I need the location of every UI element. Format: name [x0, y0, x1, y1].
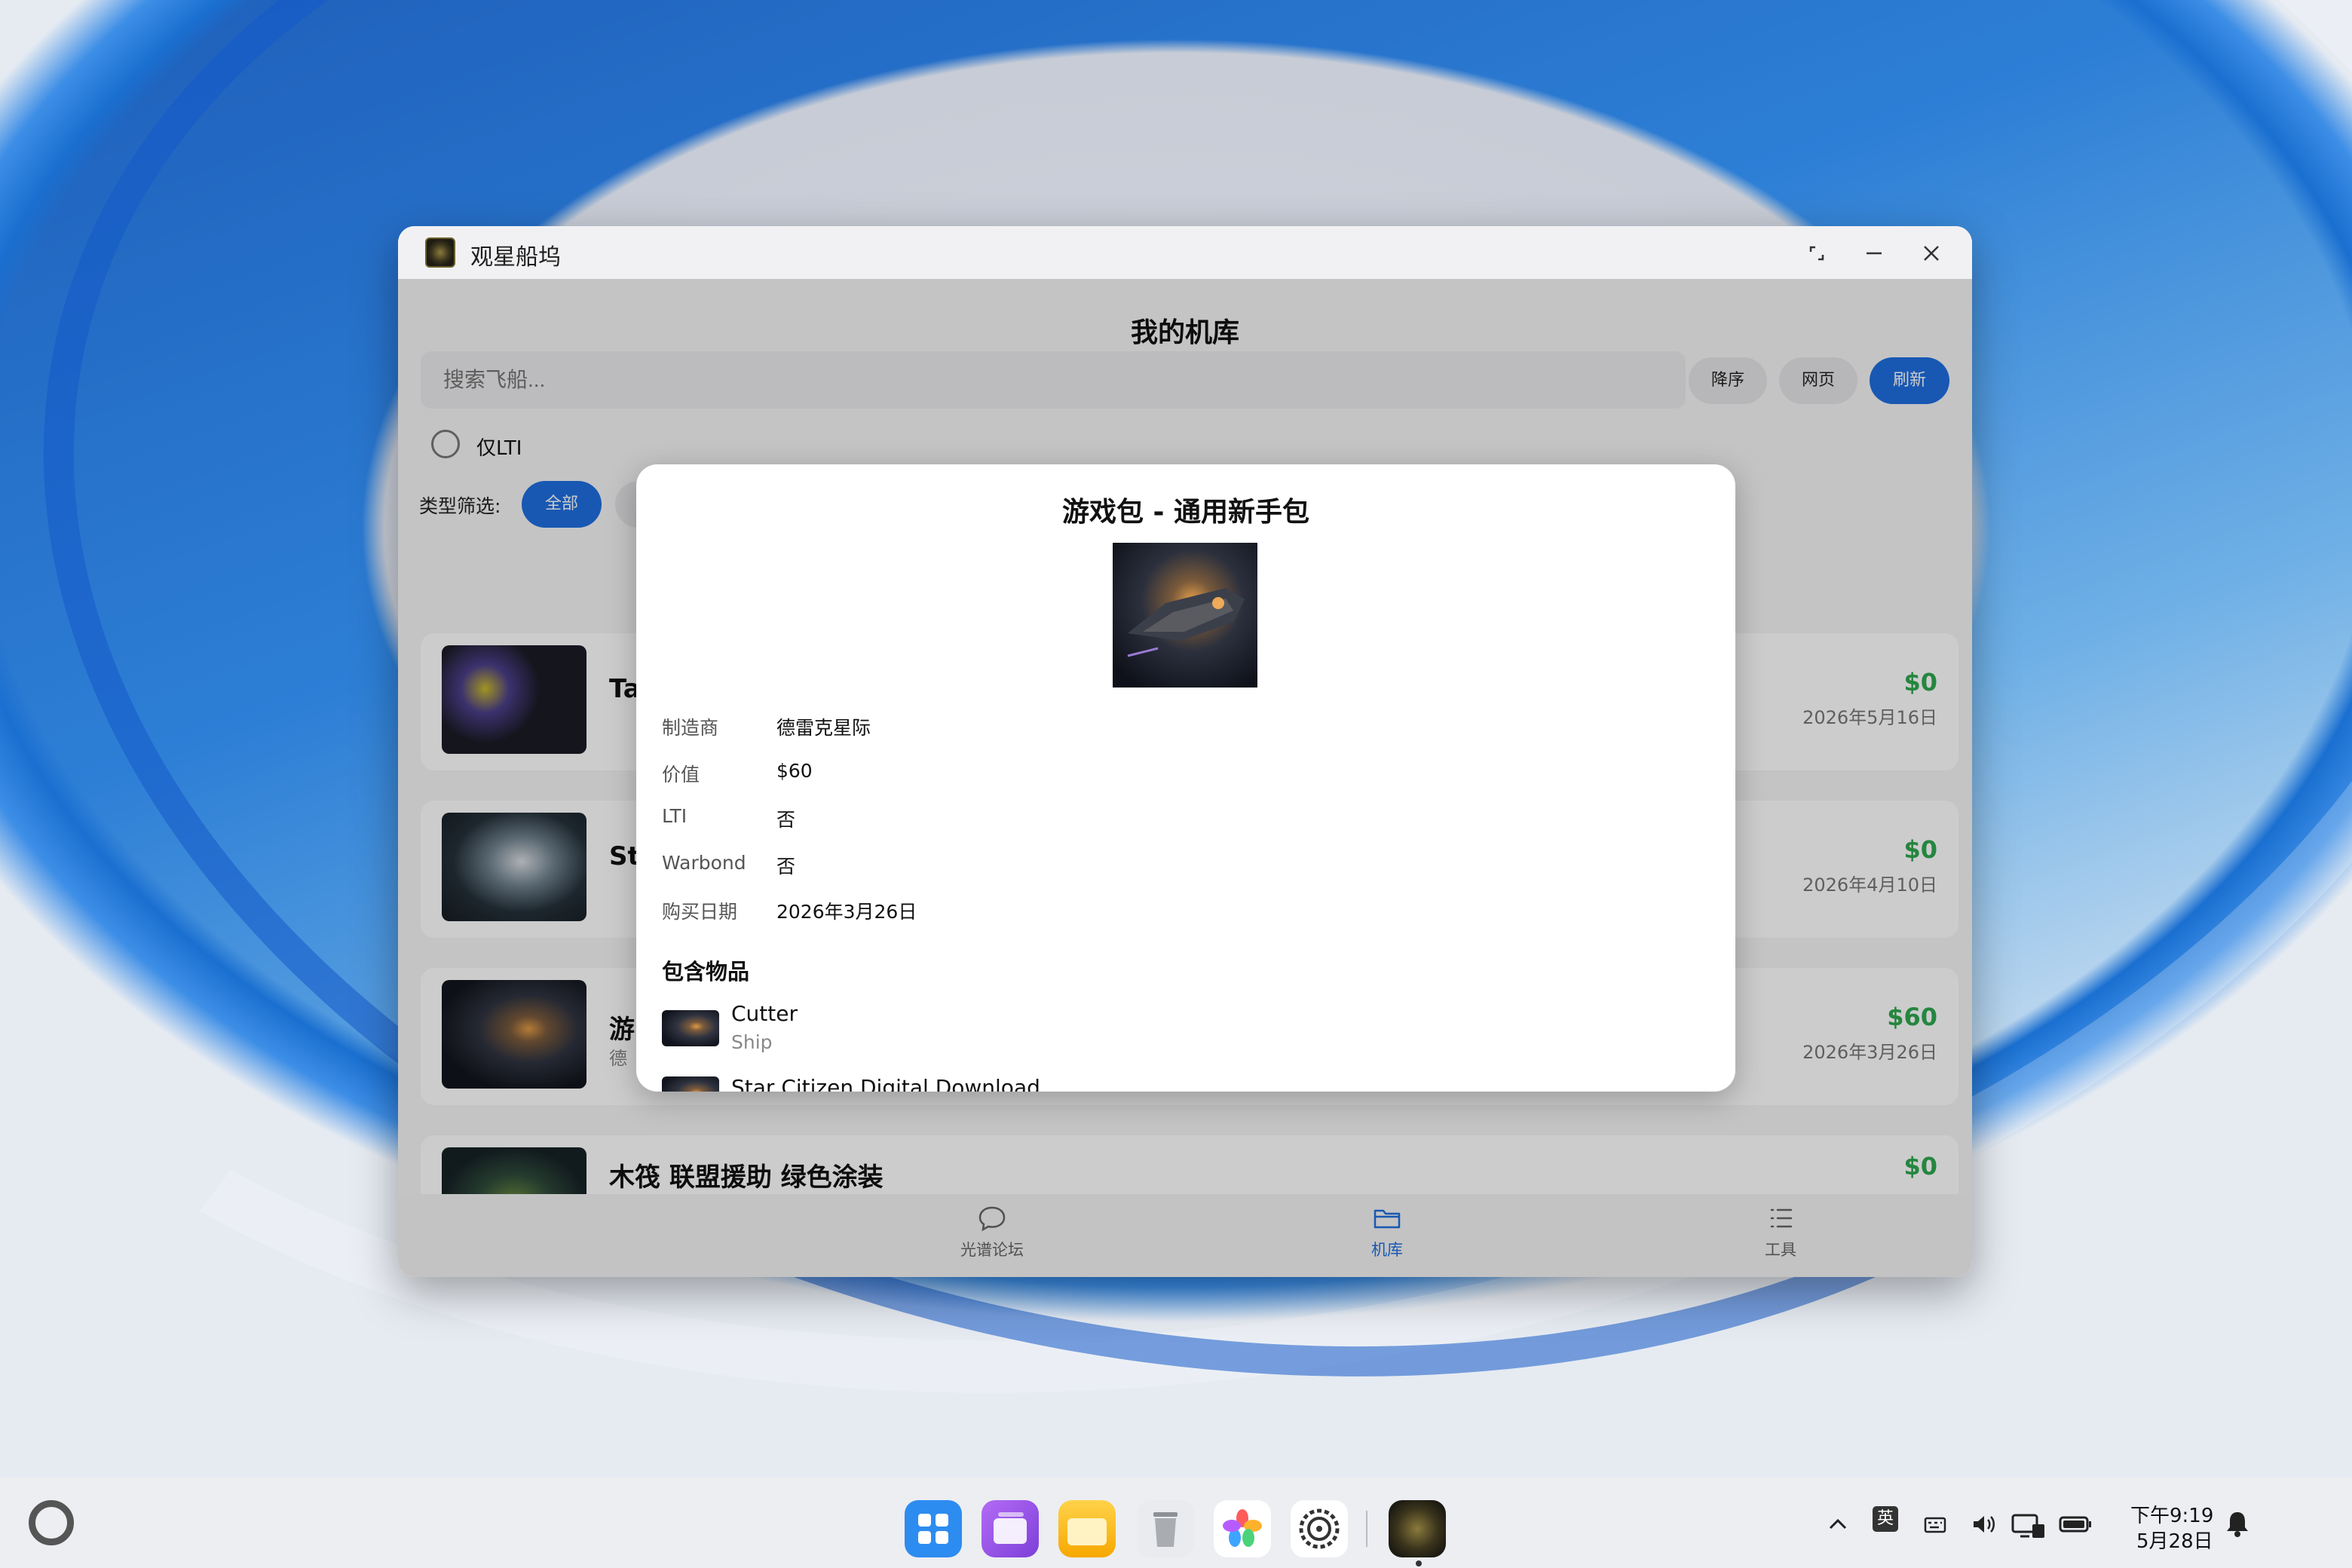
- chevron-up-icon: [1829, 1518, 1847, 1530]
- battery-button[interactable]: [2058, 1512, 2093, 1542]
- purchase-date-value: 2026年3月26日: [776, 901, 917, 923]
- included-item-thumbnail: [662, 1010, 719, 1046]
- photos-app-icon[interactable]: [1214, 1500, 1271, 1557]
- clock-time[interactable]: 下午9:19: [2130, 1500, 2213, 1528]
- included-item-type: Ship: [731, 1031, 773, 1053]
- included-items-heading: 包含物品: [662, 959, 750, 985]
- info-label: 价值: [662, 764, 700, 786]
- minimize-icon: [1867, 252, 1882, 255]
- settings-app-icon[interactable]: [1291, 1500, 1348, 1557]
- folder-icon: [1067, 1518, 1107, 1545]
- window-title: 观星船坞: [470, 244, 561, 271]
- info-label: 购买日期: [662, 901, 738, 923]
- item-detail-dialog: 游戏包 - 通用新手包 制造商 德雷克星际 价值 $60 LTI 否 Warbo…: [636, 464, 1735, 1092]
- taskbar: 英 下午9:19 5月28日: [0, 1478, 2352, 1568]
- app-logo-icon: [425, 237, 455, 268]
- title-bar[interactable]: 观星船坞: [398, 226, 1972, 279]
- maximize-button[interactable]: [1800, 237, 1833, 270]
- grid-icon: [918, 1514, 948, 1544]
- dock-divider: [1366, 1511, 1367, 1547]
- lti-value: 否: [776, 809, 796, 831]
- start-button[interactable]: [29, 1500, 74, 1545]
- monitor-icon: [2011, 1514, 2044, 1538]
- speaker-icon: [1974, 1516, 1995, 1533]
- trash-icon[interactable]: [1137, 1500, 1194, 1557]
- included-item-name: Star Citizen Digital Download: [731, 1075, 1040, 1092]
- trash-bin-icon: [1153, 1512, 1178, 1547]
- gear-icon: [1299, 1508, 1340, 1549]
- ship-image: [1113, 543, 1257, 688]
- info-label: LTI: [662, 805, 688, 827]
- info-label: 制造商: [662, 717, 719, 739]
- running-indicator: [1416, 1560, 1422, 1566]
- tray-overflow-button[interactable]: [1826, 1512, 1850, 1542]
- windows-icon: [994, 1512, 1027, 1544]
- starport-app-icon[interactable]: [1389, 1500, 1446, 1557]
- ime-indicator[interactable]: 英: [1873, 1506, 1898, 1532]
- warbond-value: 否: [776, 856, 796, 877]
- keyboard-tray-button[interactable]: [1921, 1512, 1948, 1542]
- files-app-icon[interactable]: [1058, 1500, 1116, 1557]
- volume-button[interactable]: [1971, 1512, 2001, 1542]
- included-item-thumbnail: [662, 1076, 719, 1092]
- flower-icon: [1223, 1509, 1262, 1547]
- notification-button[interactable]: [2224, 1509, 2251, 1543]
- multitask-icon[interactable]: [982, 1500, 1039, 1557]
- close-button[interactable]: [1915, 237, 1948, 270]
- bell-icon: [2227, 1512, 2248, 1537]
- clock-date[interactable]: 5月28日: [2136, 1526, 2213, 1554]
- manufacturer-value: 德雷克星际: [776, 717, 871, 739]
- display-button[interactable]: [2011, 1512, 2046, 1545]
- keyboard-icon: [1924, 1517, 1946, 1533]
- maximize-icon: [1809, 246, 1824, 261]
- info-label: Warbond: [662, 852, 746, 874]
- battery-icon: [2059, 1516, 2091, 1533]
- dialog-title: 游戏包 - 通用新手包: [1061, 497, 1309, 528]
- close-icon: [1924, 246, 1939, 261]
- minimize-button[interactable]: [1857, 237, 1891, 270]
- app-launcher-icon[interactable]: [905, 1500, 962, 1557]
- value-amount: $60: [776, 760, 813, 782]
- included-item-name: Cutter: [731, 1001, 798, 1026]
